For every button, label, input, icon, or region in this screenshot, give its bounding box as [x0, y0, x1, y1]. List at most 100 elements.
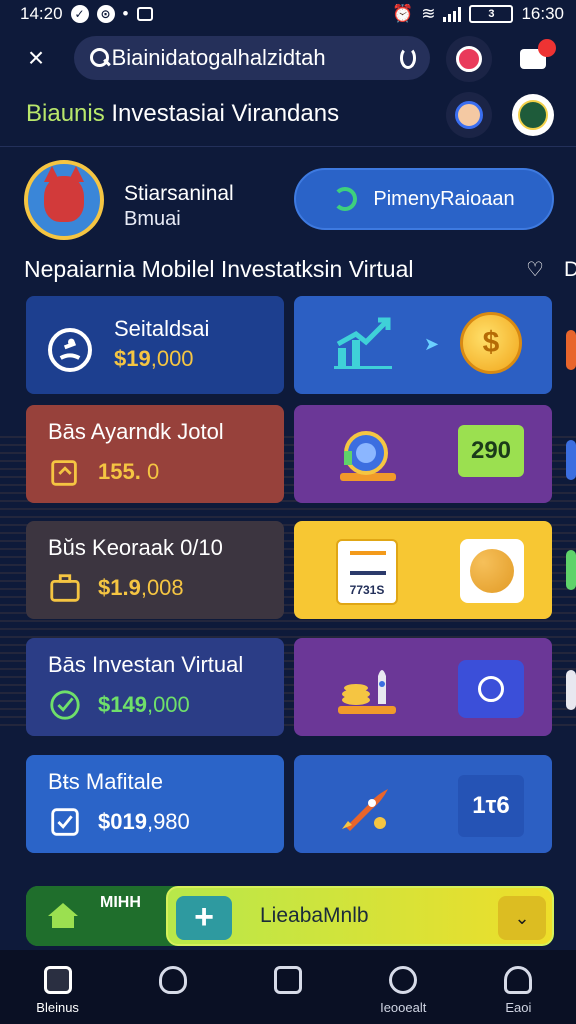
profile-icon — [504, 966, 533, 994]
investment-card-5[interactable]: Bŧs Mafitale $019,980 — [26, 755, 284, 853]
carousel-peek — [566, 330, 576, 370]
points-badge: 290 — [458, 425, 524, 477]
investment-card-3[interactable]: Bŭs Keoraak 0/10 $1.9,008 — [26, 521, 284, 619]
card-value-main: $149 — [98, 692, 147, 717]
section-title: Nepaiarnia Mobilel Investatksin Virtual — [24, 256, 414, 282]
home-icon — [43, 966, 72, 994]
card-value: 155. 0 — [98, 459, 159, 485]
brand-logo[interactable] — [512, 94, 554, 136]
card-value-main: $019 — [98, 809, 147, 834]
status-bar: 14:20 ✓ ⊙ • ⏰ ≋ 3 16:30 — [0, 0, 576, 28]
feature-card-2[interactable]: 290 — [294, 405, 552, 503]
action-bar-left-label: MIHH — [100, 894, 141, 911]
briefcase-icon — [50, 574, 80, 602]
investment-card-2[interactable]: Bās Ayarndk Jotol 155. 0 — [26, 405, 284, 503]
chevron-down-icon[interactable]: ⌄ — [498, 896, 546, 940]
phone-icon — [333, 187, 358, 211]
nav-explore[interactable]: Ieooealt — [346, 950, 461, 1024]
card-value-rest: 0 — [140, 459, 160, 484]
card-value: $019,980 — [98, 809, 190, 835]
nav-center[interactable] — [230, 950, 345, 1024]
card-value-main: $19 — [114, 346, 151, 371]
clock-right: 16:30 — [521, 4, 564, 23]
card-title: Bŭs Keoraak 0/10 — [48, 535, 223, 560]
close-icon[interactable]: × — [22, 44, 50, 72]
alarm-icon: ⏰ — [392, 4, 414, 23]
app-title-row: Biaunis Investasiai Virandans — [0, 90, 576, 140]
search-icon — [88, 46, 109, 70]
search-bar[interactable] — [74, 36, 430, 80]
card-title: Bŧs Mafitale — [48, 769, 163, 794]
check-circle-icon — [50, 690, 80, 720]
signal-icon — [443, 6, 462, 22]
app-title-accent: Biaunis — [26, 100, 105, 127]
mail-notification-icon: ⊙ — [96, 5, 115, 23]
robot-illustration-icon — [340, 431, 396, 481]
compass-icon — [389, 966, 418, 994]
growth-chart-icon — [334, 317, 392, 369]
card-title: Bās Investan Virtual — [48, 652, 244, 677]
dollar-coin-icon: $ — [460, 312, 522, 374]
favorite-icon[interactable]: ♡ — [526, 260, 546, 280]
user-name: Stiarsaninal — [124, 182, 234, 205]
section-more[interactable]: D — [564, 258, 576, 282]
card-value: $1.9,008 — [98, 575, 184, 601]
header-divider — [0, 146, 576, 147]
refresh-icon[interactable] — [399, 47, 416, 69]
card-value: $149,000 — [98, 692, 190, 718]
feature-card-1[interactable]: ➤ $ — [294, 296, 552, 394]
support-avatar-button[interactable] — [446, 92, 492, 138]
user-subtitle: Bmuai — [124, 208, 181, 230]
add-button[interactable]: + — [176, 896, 232, 940]
cta-label: PimenyRaioaan — [373, 187, 515, 210]
feature-card-4[interactable] — [294, 638, 552, 736]
card-value-rest: ,000 — [146, 692, 190, 717]
primary-cta-button[interactable]: PimenyRaioaan — [294, 168, 554, 230]
status-right: ⏰ ≋ 3 16:30 — [392, 4, 564, 24]
cart-icon — [520, 39, 556, 69]
account-avatar-icon — [456, 46, 482, 72]
investment-card-1[interactable]: Seitaldsai $19,000 — [26, 296, 284, 394]
nav-profile[interactable]: Eaoi — [461, 950, 576, 1024]
clock-left: 14:20 — [20, 4, 63, 23]
top-bar: × — [0, 36, 576, 84]
house-icon — [48, 903, 78, 928]
wifi-icon: ≋ — [421, 4, 436, 23]
coins-rocket-icon — [338, 670, 396, 714]
nav-home[interactable]: Bleinus — [0, 950, 115, 1024]
clock-icon — [458, 660, 524, 718]
action-bar-main[interactable]: + LieabaMnlb ⌄ — [166, 886, 554, 946]
screenshot-icon — [136, 7, 153, 21]
account-button[interactable] — [446, 36, 492, 82]
feature-card-5[interactable]: 1τ6 — [294, 755, 552, 853]
user-profile-row: Stiarsaninal Bmuai PimenyRaioaan — [0, 160, 576, 244]
user-avatar[interactable] — [24, 160, 104, 240]
heart-icon — [158, 966, 187, 994]
action-bar-label: LieabaMnlb — [260, 904, 369, 927]
nav-favorites[interactable] — [115, 950, 230, 1024]
feature-card-3[interactable]: 7731S — [294, 521, 552, 619]
investment-card-4[interactable]: Bās Investan Virtual $149,000 — [26, 638, 284, 736]
search-input[interactable] — [111, 45, 400, 71]
bottom-navigation: Bleinus Ieooealt Eaoi — [0, 950, 576, 1024]
logo-icon — [518, 100, 548, 130]
document-lines — [350, 551, 386, 575]
action-bar-left[interactable]: MIHH — [26, 886, 186, 946]
status-left: 14:20 ✓ ⊙ • — [20, 4, 153, 24]
card-value: $19,000 — [114, 346, 194, 372]
cart-badge — [538, 39, 556, 57]
cart-button[interactable] — [510, 36, 556, 82]
carousel-peek — [566, 670, 576, 710]
dot-icon: • — [122, 4, 129, 23]
count-badge: 1τ6 — [458, 775, 524, 837]
action-bar: MIHH + LieabaMnlb ⌄ — [26, 886, 554, 946]
card-value-main: $1.9 — [98, 575, 141, 600]
arrow-right-icon: ➤ — [424, 334, 440, 354]
nav-label: Eaoi — [505, 1000, 532, 1015]
document-number: 7731S — [349, 583, 385, 597]
document-icon: 7731S — [336, 539, 398, 605]
rocket-icon — [342, 789, 388, 831]
app-title-rest: Investasiai Virandans — [104, 100, 340, 127]
carousel-peek — [566, 550, 576, 590]
section-header: Nepaiarnia Mobilel Investatksin Virtual … — [24, 256, 576, 286]
